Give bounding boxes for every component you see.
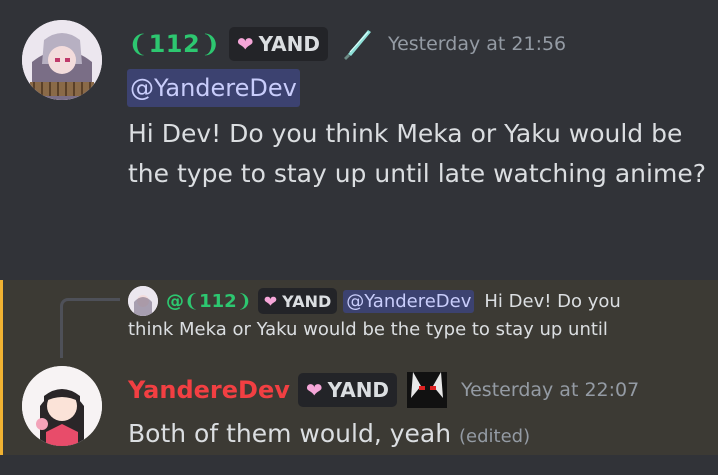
heart-icon: ❤ bbox=[236, 32, 254, 56]
reply-connector bbox=[60, 298, 120, 358]
reply-role-tag-label: YAND bbox=[282, 291, 332, 311]
anime-emote-icon bbox=[407, 372, 448, 408]
avatar[interactable] bbox=[22, 366, 102, 446]
avatar[interactable] bbox=[22, 20, 102, 100]
bottom-spacer bbox=[0, 455, 718, 475]
message-text: Hi Dev! Do you think Meka or Yaku would … bbox=[128, 119, 706, 188]
reply-mention: @YandereDev bbox=[343, 289, 475, 313]
message-1-header: ❨112❩ ❤ YAND Yesterday at 21:56 bbox=[128, 24, 566, 64]
user-mention[interactable]: @YandereDev bbox=[127, 69, 300, 107]
author-name[interactable]: ❨112❩ bbox=[128, 30, 221, 58]
role-tag-label: YAND bbox=[258, 32, 320, 56]
reply-preview[interactable]: @❨112❩ ❤ YAND @YandereDev Hi Dev! Do you bbox=[166, 286, 621, 316]
message-text: Both of them would, yeah (edited) bbox=[128, 414, 530, 457]
role-tag-label: YAND bbox=[327, 378, 390, 402]
timestamp: Yesterday at 21:56 bbox=[387, 33, 567, 55]
timestamp: Yesterday at 22:07 bbox=[461, 379, 640, 401]
knife-icon bbox=[343, 30, 371, 60]
message-2-header: YandereDev ❤ YAND Yesterday at 22:07 bbox=[128, 372, 639, 408]
reply-text-line1: Hi Dev! Do you bbox=[484, 290, 621, 312]
reply-text-line2: think Meka or Yaku would be the type to … bbox=[128, 319, 608, 340]
message-body: Both of them would, yeah bbox=[128, 419, 452, 448]
edited-label: (edited) bbox=[459, 426, 531, 447]
role-tag[interactable]: ❤ YAND bbox=[228, 27, 328, 61]
author-name[interactable]: YandereDev bbox=[128, 376, 290, 404]
heart-icon: ❤ bbox=[263, 291, 278, 311]
reply-avatar[interactable] bbox=[128, 286, 158, 316]
reply-role-tag: ❤ YAND bbox=[257, 288, 338, 314]
role-tag[interactable]: ❤ YAND bbox=[297, 373, 398, 407]
reply-author[interactable]: @❨112❩ bbox=[166, 291, 252, 312]
heart-icon: ❤ bbox=[305, 378, 323, 402]
